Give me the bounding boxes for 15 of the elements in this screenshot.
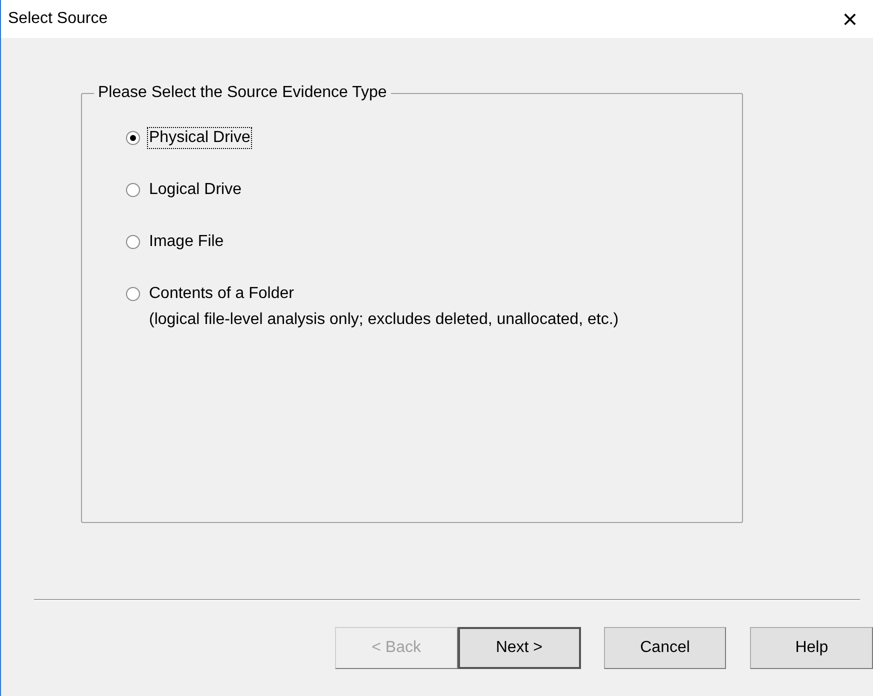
group-label: Please Select the Source Evidence Type	[94, 83, 391, 103]
dialog-button[interactable]: Cancel	[604, 627, 726, 669]
radio-button[interactable]	[126, 235, 140, 249]
option-label[interactable]: Logical Drive	[149, 180, 242, 200]
dialog-button[interactable]: Help	[750, 627, 873, 669]
close-button[interactable]: ×	[827, 0, 873, 38]
option-label[interactable]: Physical Drive	[148, 128, 252, 148]
radio-button[interactable]	[126, 287, 140, 301]
option-label[interactable]: Image File	[149, 232, 224, 252]
radio-button[interactable]	[126, 183, 140, 197]
option-label[interactable]: Contents of a Folder	[149, 284, 294, 304]
option-note: (logical file-level analysis only; excludes deleted, unallocated, etc.)	[149, 310, 619, 330]
radio-button[interactable]	[126, 131, 140, 145]
window-title: Select Source	[8, 9, 108, 29]
dialog-button[interactable]: Next >	[458, 627, 581, 669]
